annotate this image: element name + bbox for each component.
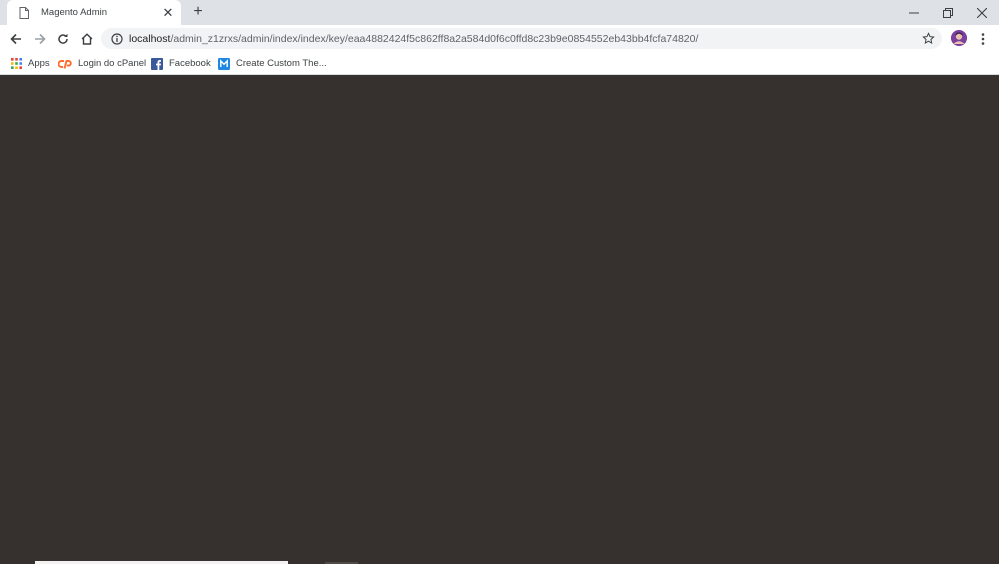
bookmark-apps[interactable]: Apps [10, 55, 50, 72]
bookmark-label: Create Custom The... [236, 58, 327, 69]
bookmark-star-icon[interactable] [920, 31, 936, 47]
cpanel-icon [58, 58, 72, 70]
home-icon [81, 33, 93, 45]
bookmark-label: Login do cPanel [78, 58, 147, 69]
avatar-icon [951, 30, 967, 46]
address-bar[interactable]: localhost/admin_z1zrxs/admin/index/index… [101, 28, 942, 49]
url-path: /admin_z1zrxs/admin/index/index/key/eaa4… [170, 32, 699, 45]
minimize-icon [909, 12, 919, 13]
new-tab-button[interactable]: + [189, 3, 207, 21]
close-window-icon [977, 7, 987, 18]
magento-icon [218, 57, 230, 70]
restore-button[interactable] [931, 0, 965, 25]
bookmark-label: Facebook [169, 58, 211, 69]
profile-avatar[interactable] [951, 30, 967, 46]
browser-window: Magento Admin ✕ + localhost/admin_z1zrxs… [0, 0, 999, 564]
window-controls [897, 0, 999, 25]
restore-icon [943, 7, 953, 18]
url-host: localhost [129, 32, 171, 45]
bookmark-label: Apps [28, 58, 50, 69]
reload-button[interactable] [53, 29, 73, 49]
forward-arrow-icon [35, 33, 46, 45]
minimize-button[interactable] [897, 0, 931, 25]
close-icon[interactable]: ✕ [161, 6, 175, 20]
reload-icon [58, 33, 68, 44]
back-button[interactable] [6, 29, 26, 49]
info-icon[interactable] [110, 32, 124, 46]
kebab-menu-icon [981, 33, 985, 45]
bookmark-cpanel[interactable]: Login do cPanel [58, 55, 146, 72]
browser-toolbar: localhost/admin_z1zrxs/admin/index/index… [0, 25, 999, 52]
tab-strip: Magento Admin ✕ + [0, 0, 999, 25]
forward-button[interactable] [30, 29, 50, 49]
home-button[interactable] [77, 29, 97, 49]
facebook-icon [151, 57, 163, 70]
page-content [0, 75, 999, 564]
page-icon [17, 6, 31, 20]
window-close-button[interactable] [965, 0, 999, 25]
apps-grid-icon [10, 58, 22, 70]
url-text[interactable]: localhost/admin_z1zrxs/admin/index/index… [129, 33, 920, 45]
browser-menu-button[interactable] [976, 29, 990, 49]
tab-title: Magento Admin [41, 7, 108, 18]
bookmark-facebook[interactable]: Facebook [151, 55, 211, 72]
tab-magento-admin[interactable]: Magento Admin ✕ [7, 0, 181, 25]
back-arrow-icon [10, 33, 21, 45]
bookmark-create-custom-theme[interactable]: Create Custom The... [218, 55, 327, 72]
bookmarks-bar: Apps Login do cPanel Facebook Create Cus… [0, 52, 999, 75]
